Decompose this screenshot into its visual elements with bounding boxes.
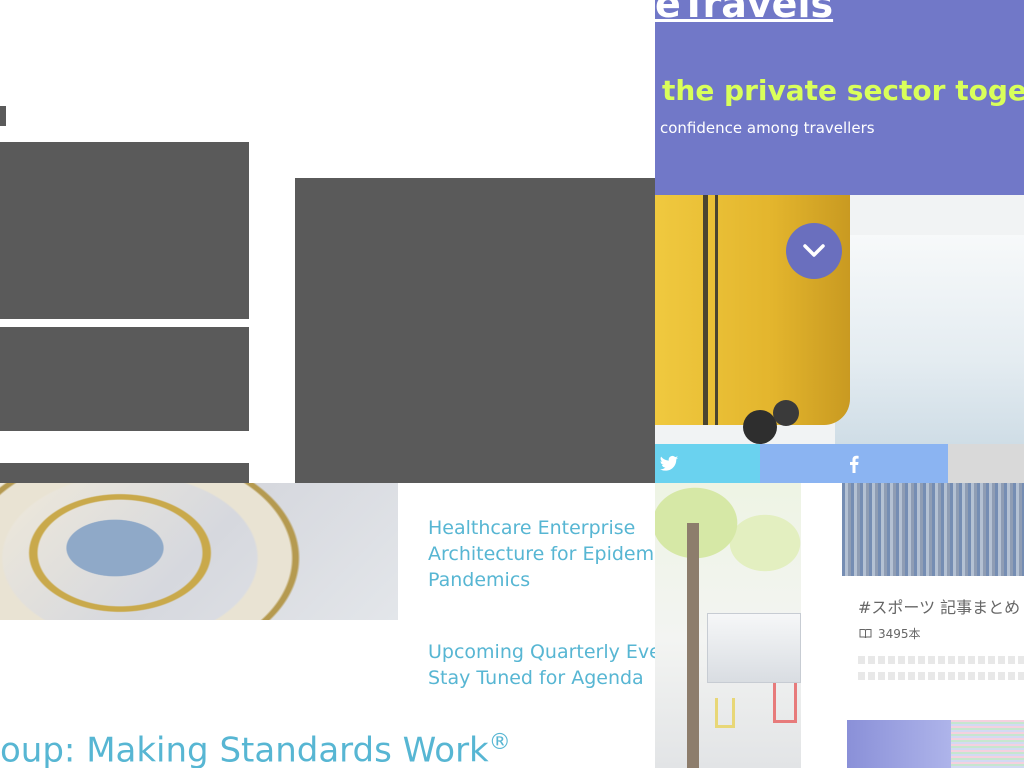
article-title-line: Stay Tuned for Agenda — [428, 667, 644, 689]
registered-mark: ® — [488, 730, 511, 755]
share-more-button[interactable] — [948, 444, 1024, 483]
facebook-icon — [850, 455, 859, 473]
share-twitter-button[interactable] — [655, 444, 760, 483]
suitcase-rib — [703, 195, 708, 425]
tag-card-description-blur — [858, 654, 1024, 686]
blur-line — [858, 672, 1024, 680]
staircase-photo[interactable] — [0, 483, 398, 620]
blur-line — [858, 656, 1024, 664]
article-title-line: Healthcare Enterprise — [428, 517, 636, 539]
tag-card-count-text: 3495本 — [878, 627, 921, 641]
article-title-line: Upcoming Quarterly Eve — [428, 641, 655, 663]
article-title-line: Pandemics — [428, 569, 531, 591]
suitcase-rib — [715, 195, 718, 425]
window-background — [835, 235, 1024, 444]
share-facebook-button[interactable] — [760, 444, 948, 483]
section-heading: oup: Making Standards Work® — [0, 730, 655, 768]
hero-tagline: the private sector togethe — [662, 74, 1024, 107]
placeholder-block-2 — [0, 327, 249, 431]
suitcase-wheel — [743, 410, 777, 444]
placeholder-block-1 — [0, 142, 249, 319]
hero-subtitle: confidence among travellers — [660, 119, 875, 137]
small-marker — [0, 106, 6, 126]
tree-trunk — [687, 523, 699, 768]
red-chair — [773, 683, 797, 723]
placeholder-block-large — [295, 178, 655, 483]
suitcase-wheel — [773, 400, 799, 426]
yellow-chair — [715, 698, 735, 728]
placeholder-block-3 — [0, 463, 249, 485]
tree-street-photo[interactable] — [655, 483, 801, 768]
twitter-icon — [659, 455, 679, 471]
article-link-quarterly[interactable]: Upcoming Quarterly Eve Stay Tuned for Ag… — [428, 639, 655, 693]
suitcase-photo — [655, 195, 1024, 444]
section-heading-text: oup: Making Standards Work — [0, 730, 489, 768]
code-photo[interactable] — [951, 720, 1024, 768]
chevron-down-icon — [803, 244, 825, 257]
tree-foliage — [655, 483, 801, 603]
book-icon — [859, 629, 872, 639]
tag-card-title[interactable]: #スポーツ 記事まとめ — [858, 594, 1020, 618]
parked-vehicle — [707, 613, 801, 683]
hero-banner: eTravels the private sector togethe conf… — [655, 0, 1024, 195]
code-photo-left — [847, 720, 951, 768]
scroll-down-button[interactable] — [786, 223, 842, 279]
tag-card-count: 3495本 — [859, 625, 921, 642]
hero-title[interactable]: eTravels — [655, 0, 833, 26]
article-link-healthcare[interactable]: Healthcare Enterprise Architecture for E… — [428, 515, 655, 595]
stadium-photo[interactable] — [842, 483, 1024, 576]
article-title-line: Architecture for Epidemi — [428, 543, 655, 565]
